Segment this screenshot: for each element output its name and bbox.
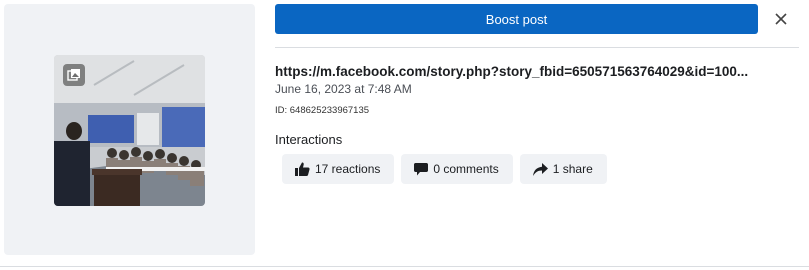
post-thumbnail[interactable] xyxy=(54,55,205,206)
comment-bubble-icon xyxy=(414,162,429,176)
photo-album-icon xyxy=(63,64,85,86)
post-link[interactable]: https://m.facebook.com/story.php?story_f… xyxy=(275,64,785,79)
reactions-label: 17 reactions xyxy=(315,162,381,176)
interactions-heading: Interactions xyxy=(275,132,343,147)
divider xyxy=(275,47,799,48)
close-icon[interactable] xyxy=(770,8,792,30)
reactions-chip[interactable]: 17 reactions xyxy=(282,154,395,184)
share-arrow-icon xyxy=(532,162,548,176)
post-preview-panel xyxy=(4,4,255,255)
boost-post-button[interactable]: Boost post xyxy=(275,4,758,34)
comments-label: 0 comments xyxy=(433,162,499,176)
thumbs-up-icon xyxy=(295,162,310,176)
interactions-list: 17 reactions 0 comments 1 share xyxy=(282,154,607,184)
shares-label: 1 share xyxy=(552,162,593,176)
comments-chip[interactable]: 0 comments xyxy=(401,154,513,184)
post-date: June 16, 2023 at 7:48 AM xyxy=(275,82,412,96)
post-id: ID: 648625233967135 xyxy=(275,105,370,116)
shares-chip[interactable]: 1 share xyxy=(519,154,607,184)
divider xyxy=(0,266,809,267)
